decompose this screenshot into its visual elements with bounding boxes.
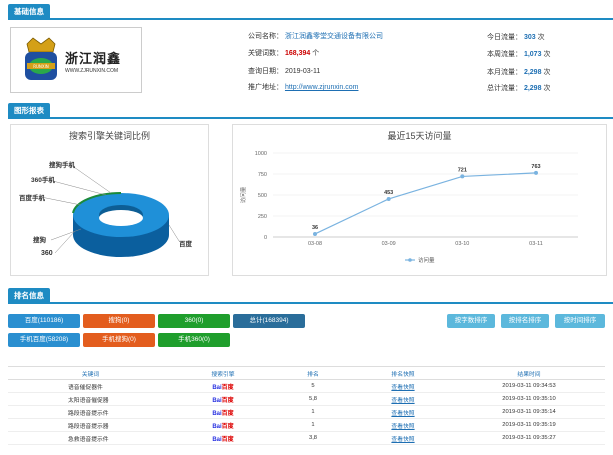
data-point bbox=[313, 231, 317, 236]
ranking-table: 关键词 搜索引擎 排名 排名快照 结果时间 语音催促器件 Bai百度 5 查看快… bbox=[8, 366, 605, 445]
col-keyword: 关键词 bbox=[8, 366, 173, 380]
y-tick-label: 500 bbox=[258, 193, 267, 199]
col-time: 结果时间 bbox=[453, 366, 605, 380]
basic-info-header: 基础信息 bbox=[8, 4, 613, 20]
line-panel: 最近15天访问量 0 250 500 750 1000 访问量 36 453 721 763 03-… bbox=[232, 124, 607, 276]
baidu-logo: Bai百度 bbox=[173, 431, 273, 445]
engine-btn-total[interactable]: 总计(168394) bbox=[233, 314, 305, 328]
snapshot-link[interactable]: 查看快照 bbox=[353, 379, 453, 393]
pie-label-sogou: 搜狗 bbox=[33, 237, 46, 244]
company-logo: RUNXIN 浙江润鑫 WWW.ZJRUNXIN.COM bbox=[10, 27, 142, 93]
line-chart: 0 250 500 750 1000 访问量 36 453 721 763 03-08 03-09 03… bbox=[239, 151, 578, 264]
engine-btn-baidu[interactable]: 百度(110186) bbox=[8, 314, 80, 328]
pie-panel: 搜索引擎关键词比例 搜狗手机 360手机 百度手机 搜狗 360 百度 bbox=[10, 124, 209, 276]
query-date: 2019-03-11 bbox=[284, 68, 321, 75]
x-tick-label: 03-08 bbox=[308, 241, 322, 247]
sort-by-time-button[interactable]: 按时间排序 bbox=[555, 314, 605, 328]
y-axis-label: 访问量 bbox=[239, 186, 247, 203]
table-row: 急救语音提示件 Bai百度 3,8 查看快照 2019-03-11 09:35:… bbox=[8, 431, 605, 445]
table-row: 路段语音提示件 Bai百度 1 查看快照 2019-03-11 09:35:14 bbox=[8, 405, 605, 419]
snapshot-link[interactable]: 查看快照 bbox=[353, 405, 453, 419]
promo-link[interactable]: http://www.zjrunxin.com bbox=[285, 84, 359, 91]
charts-header: 图形报表 bbox=[8, 103, 613, 119]
pie-label-baidu-mobile: 百度手机 bbox=[19, 195, 45, 202]
table-row: 路段语音提示器 Bai百度 1 查看快照 2019-03-11 09:35:19 bbox=[8, 418, 605, 432]
data-label: 763 bbox=[531, 164, 540, 170]
keyword-count: 168,394 bbox=[284, 50, 311, 57]
col-snapshot: 排名快照 bbox=[353, 366, 453, 380]
x-tick-label: 03-09 bbox=[382, 241, 396, 247]
query-date-row: 查询日期： 2019-03-11 bbox=[248, 68, 321, 75]
logo-name: 浙江润鑫 bbox=[65, 52, 122, 67]
charts-title: 图形报表 bbox=[8, 103, 50, 119]
traffic-total: 总计流量： 2,298 次 bbox=[487, 85, 551, 92]
data-point bbox=[534, 170, 538, 175]
snapshot-link[interactable]: 查看快照 bbox=[353, 418, 453, 432]
snapshot-link[interactable]: 查看快照 bbox=[353, 392, 453, 406]
snapshot-link[interactable]: 查看快照 bbox=[353, 431, 453, 445]
engine-btn-360-mobile[interactable]: 手机360(0) bbox=[158, 333, 230, 347]
data-label: 453 bbox=[384, 190, 393, 196]
engine-btn-360[interactable]: 360(0) bbox=[158, 314, 230, 328]
table-row: 语音催促器件 Bai百度 5 查看快照 2019-03-11 09:34:53 bbox=[8, 379, 605, 393]
traffic-month: 本月流量： 2,298 次 bbox=[487, 69, 551, 76]
baidu-logo: Bai百度 bbox=[173, 392, 273, 406]
company-row: 公司名称： 浙江润鑫零堂交通设备有限公司 bbox=[248, 33, 383, 40]
x-tick-label: 03-11 bbox=[529, 241, 543, 247]
legend-marker bbox=[408, 258, 412, 262]
pie-label-baidu: 百度 bbox=[179, 241, 192, 248]
col-rank: 排名 bbox=[273, 366, 353, 380]
engine-btn-baidu-mobile[interactable]: 手机百度(58208) bbox=[8, 333, 80, 347]
traffic-week: 本周流量： 1,073 次 bbox=[487, 51, 551, 58]
y-tick-label: 750 bbox=[258, 172, 267, 178]
baidu-logo: Bai百度 bbox=[173, 379, 273, 393]
y-tick-label: 250 bbox=[258, 214, 267, 220]
company-name: 浙江润鑫零堂交通设备有限公司 bbox=[284, 33, 383, 40]
rank-header: 排名信息 bbox=[8, 288, 613, 304]
baidu-logo: Bai百度 bbox=[173, 418, 273, 432]
engine-btn-sogou[interactable]: 搜狗(0) bbox=[83, 314, 155, 328]
y-tick-label: 0 bbox=[264, 235, 267, 241]
data-point bbox=[460, 174, 465, 179]
rank-title: 排名信息 bbox=[8, 288, 50, 304]
sort-by-rank-button[interactable]: 按排名排序 bbox=[501, 314, 549, 328]
data-label: 721 bbox=[458, 167, 467, 173]
logo-url: WWW.ZJRUNXIN.COM bbox=[65, 68, 119, 74]
crown-emblem-icon: RUNXIN bbox=[25, 37, 57, 80]
svg-text:RUNXIN: RUNXIN bbox=[33, 64, 49, 69]
table-row: 太阳语音催促器 Bai百度 5,8 查看快照 2019-03-11 09:35:… bbox=[8, 392, 605, 406]
pie-label-360-mobile: 360手机 bbox=[31, 177, 55, 184]
y-tick-label: 1000 bbox=[255, 151, 267, 157]
traffic-today: 今日流量： 303 次 bbox=[487, 34, 545, 41]
pie-label-sogou-mobile: 搜狗手机 bbox=[49, 162, 75, 169]
keywords-row: 关键词数： 168,394 个 bbox=[248, 50, 320, 57]
engine-btn-sogou-mobile[interactable]: 手机搜狗(0) bbox=[83, 333, 155, 347]
sort-by-length-button[interactable]: 按字数排序 bbox=[447, 314, 495, 328]
baidu-logo: Bai百度 bbox=[173, 405, 273, 419]
pie-label-360: 360 bbox=[41, 250, 53, 257]
legend-label: 访问量 bbox=[418, 256, 435, 264]
promo-row: 推广地址： http://www.zjrunxin.com bbox=[248, 84, 359, 91]
data-point bbox=[386, 196, 391, 201]
basic-info-title: 基础信息 bbox=[8, 4, 50, 20]
data-label: 36 bbox=[312, 225, 318, 231]
series-line bbox=[314, 172, 537, 235]
col-engine: 搜索引擎 bbox=[173, 366, 273, 380]
x-tick-label: 03-10 bbox=[455, 241, 469, 247]
